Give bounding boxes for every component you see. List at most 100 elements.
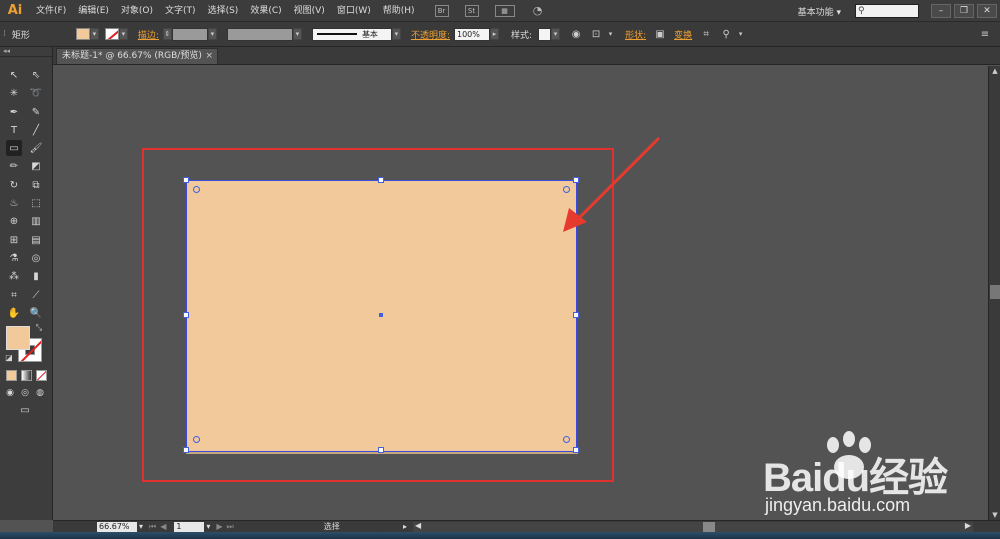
- color-mode-icon[interactable]: [6, 370, 17, 381]
- free-transform-tool-icon[interactable]: ⬚: [28, 195, 44, 211]
- menu-object[interactable]: 对象(O): [115, 0, 159, 22]
- gpu-icon[interactable]: ◔: [531, 4, 545, 17]
- artboard-dropdown-icon[interactable]: ▾: [206, 522, 210, 531]
- variable-width-field[interactable]: [226, 27, 293, 41]
- menu-view[interactable]: 视图(V): [288, 0, 331, 22]
- stock-icon[interactable]: St: [464, 4, 479, 17]
- close-tab-icon[interactable]: ×: [205, 49, 213, 64]
- direct-selection-tool-icon[interactable]: ⇖: [28, 67, 44, 83]
- search-input[interactable]: ⚲: [855, 4, 919, 18]
- graphic-style-dropdown[interactable]: ▾: [551, 28, 561, 40]
- stroke-weight-stepper[interactable]: ⇕: [162, 28, 172, 40]
- draw-inside-icon[interactable]: ◍: [34, 387, 46, 399]
- selection-tool-icon[interactable]: ↖: [6, 67, 22, 83]
- screen-mode-icon[interactable]: ▭: [16, 403, 34, 417]
- swap-fill-stroke-icon[interactable]: ⤡: [34, 323, 44, 333]
- horizontal-scroll-thumb[interactable]: [703, 522, 715, 532]
- graphic-style-swatch[interactable]: [538, 27, 552, 41]
- rotate-tool-icon[interactable]: ↻: [6, 177, 22, 193]
- brush-dropdown[interactable]: ▾: [391, 28, 401, 40]
- rectangle-tool-icon[interactable]: ▭: [6, 140, 22, 156]
- menu-select[interactable]: 选择(S): [202, 0, 245, 22]
- isolate-icon[interactable]: ⌗: [699, 27, 713, 41]
- eyedropper-tool-icon[interactable]: ⚗: [6, 250, 22, 266]
- align-dropdown[interactable]: ▾: [606, 28, 615, 40]
- warp-tool-icon[interactable]: ♨: [6, 195, 22, 211]
- brush-definition-field[interactable]: 基本: [311, 27, 392, 41]
- pen-tool-icon[interactable]: ✒: [6, 104, 22, 120]
- bridge-icon[interactable]: Br: [434, 4, 449, 17]
- menu-help[interactable]: 帮助(H): [377, 0, 421, 22]
- pencil-tool-icon[interactable]: ✏: [6, 158, 22, 174]
- workspace-switcher[interactable]: 基本功能 ▾: [798, 5, 841, 18]
- scale-tool-icon[interactable]: ⧉: [28, 177, 44, 193]
- shape-panel-link[interactable]: 形状:: [621, 28, 650, 41]
- blend-tool-icon[interactable]: ◎: [28, 250, 44, 266]
- previous-artboard-icon[interactable]: ◀: [160, 522, 166, 531]
- menu-effect[interactable]: 效果(C): [244, 0, 287, 22]
- gradient-mode-icon[interactable]: [21, 370, 32, 381]
- opacity-field[interactable]: 100%: [454, 27, 490, 41]
- arrange-documents-icon[interactable]: ▦: [494, 4, 515, 17]
- slice-tool-icon[interactable]: ⟋: [28, 287, 44, 303]
- draw-normal-icon[interactable]: ◉: [4, 387, 16, 399]
- minimize-button[interactable]: –: [931, 4, 951, 18]
- default-fill-stroke-icon[interactable]: ◪: [4, 352, 14, 362]
- stroke-dropdown[interactable]: ▾: [118, 28, 128, 40]
- restore-button[interactable]: ❐: [954, 4, 974, 18]
- fill-dropdown[interactable]: ▾: [89, 28, 99, 40]
- magic-wand-tool-icon[interactable]: ✳: [6, 85, 22, 101]
- curvature-tool-icon[interactable]: ✎: [28, 104, 44, 120]
- scroll-down-icon[interactable]: ▼: [989, 510, 1000, 520]
- panel-menu-icon[interactable]: ≡: [978, 27, 992, 41]
- artboard-tool-icon[interactable]: ⌗: [6, 287, 22, 303]
- gradient-tool-icon[interactable]: ▤: [28, 232, 44, 248]
- perspective-grid-tool-icon[interactable]: ▥: [28, 213, 44, 229]
- column-graph-tool-icon[interactable]: ▮: [28, 268, 44, 284]
- fill-color-box[interactable]: [6, 326, 30, 350]
- last-artboard-icon[interactable]: ⏭: [227, 522, 234, 532]
- status-menu-icon[interactable]: ▸: [403, 522, 407, 531]
- pin-dropdown[interactable]: ▾: [736, 28, 745, 40]
- artboard-number-field[interactable]: 1: [174, 521, 205, 532]
- vertical-scroll-thumb[interactable]: [990, 285, 1000, 299]
- menu-type[interactable]: 文字(T): [159, 0, 202, 22]
- type-tool-icon[interactable]: T: [6, 122, 22, 138]
- zoom-dropdown-icon[interactable]: ▾: [139, 522, 143, 531]
- none-mode-icon[interactable]: [36, 370, 47, 381]
- zoom-field[interactable]: 66.67%: [97, 521, 137, 532]
- line-tool-icon[interactable]: ╱: [28, 122, 44, 138]
- recolor-artwork-icon[interactable]: ◉: [569, 27, 583, 41]
- hand-tool-icon[interactable]: ✋: [6, 305, 22, 321]
- symbol-sprayer-tool-icon[interactable]: ⁂: [6, 268, 22, 284]
- draw-behind-icon[interactable]: ◎: [19, 387, 31, 399]
- stroke-weight-field[interactable]: [171, 27, 208, 41]
- stroke-panel-link[interactable]: 描边:: [134, 28, 163, 41]
- zoom-tool-icon[interactable]: 🔍: [28, 305, 44, 321]
- align-icon[interactable]: ⊡: [589, 27, 603, 41]
- fill-swatch[interactable]: [75, 28, 90, 40]
- stroke-swatch[interactable]: [104, 28, 119, 40]
- status-text[interactable]: 选择: [324, 521, 340, 532]
- stroke-weight-dropdown[interactable]: ▾: [207, 28, 217, 40]
- opacity-dropdown[interactable]: ▸: [490, 28, 499, 40]
- variable-width-dropdown[interactable]: ▾: [292, 28, 302, 40]
- shape-builder-tool-icon[interactable]: ⊕: [6, 213, 22, 229]
- scroll-left-icon[interactable]: ◀: [415, 521, 421, 530]
- shape-properties-icon[interactable]: ▣: [653, 27, 667, 41]
- pin-icon[interactable]: ⚲: [719, 27, 733, 41]
- first-artboard-icon[interactable]: ⏮: [149, 522, 156, 532]
- next-artboard-icon[interactable]: ▶: [216, 522, 222, 531]
- tools-panel-collapse-icon[interactable]: ◂◂: [0, 47, 52, 57]
- paintbrush-tool-icon[interactable]: 🖌: [28, 140, 44, 156]
- opacity-panel-link[interactable]: 不透明度:: [407, 28, 454, 41]
- menu-edit[interactable]: 编辑(E): [72, 0, 115, 22]
- scroll-up-icon[interactable]: ▲: [989, 66, 1000, 76]
- lasso-tool-icon[interactable]: ➰: [28, 85, 44, 101]
- vertical-scrollbar[interactable]: ▲ ▼: [988, 66, 1000, 520]
- menu-file[interactable]: 文件(F): [30, 0, 72, 22]
- menu-window[interactable]: 窗口(W): [331, 0, 377, 22]
- transform-panel-link[interactable]: 变换: [670, 28, 696, 41]
- document-tab[interactable]: 未标题-1* @ 66.67% (RGB/预览) ×: [56, 48, 218, 64]
- eraser-tool-icon[interactable]: ◩: [28, 158, 44, 174]
